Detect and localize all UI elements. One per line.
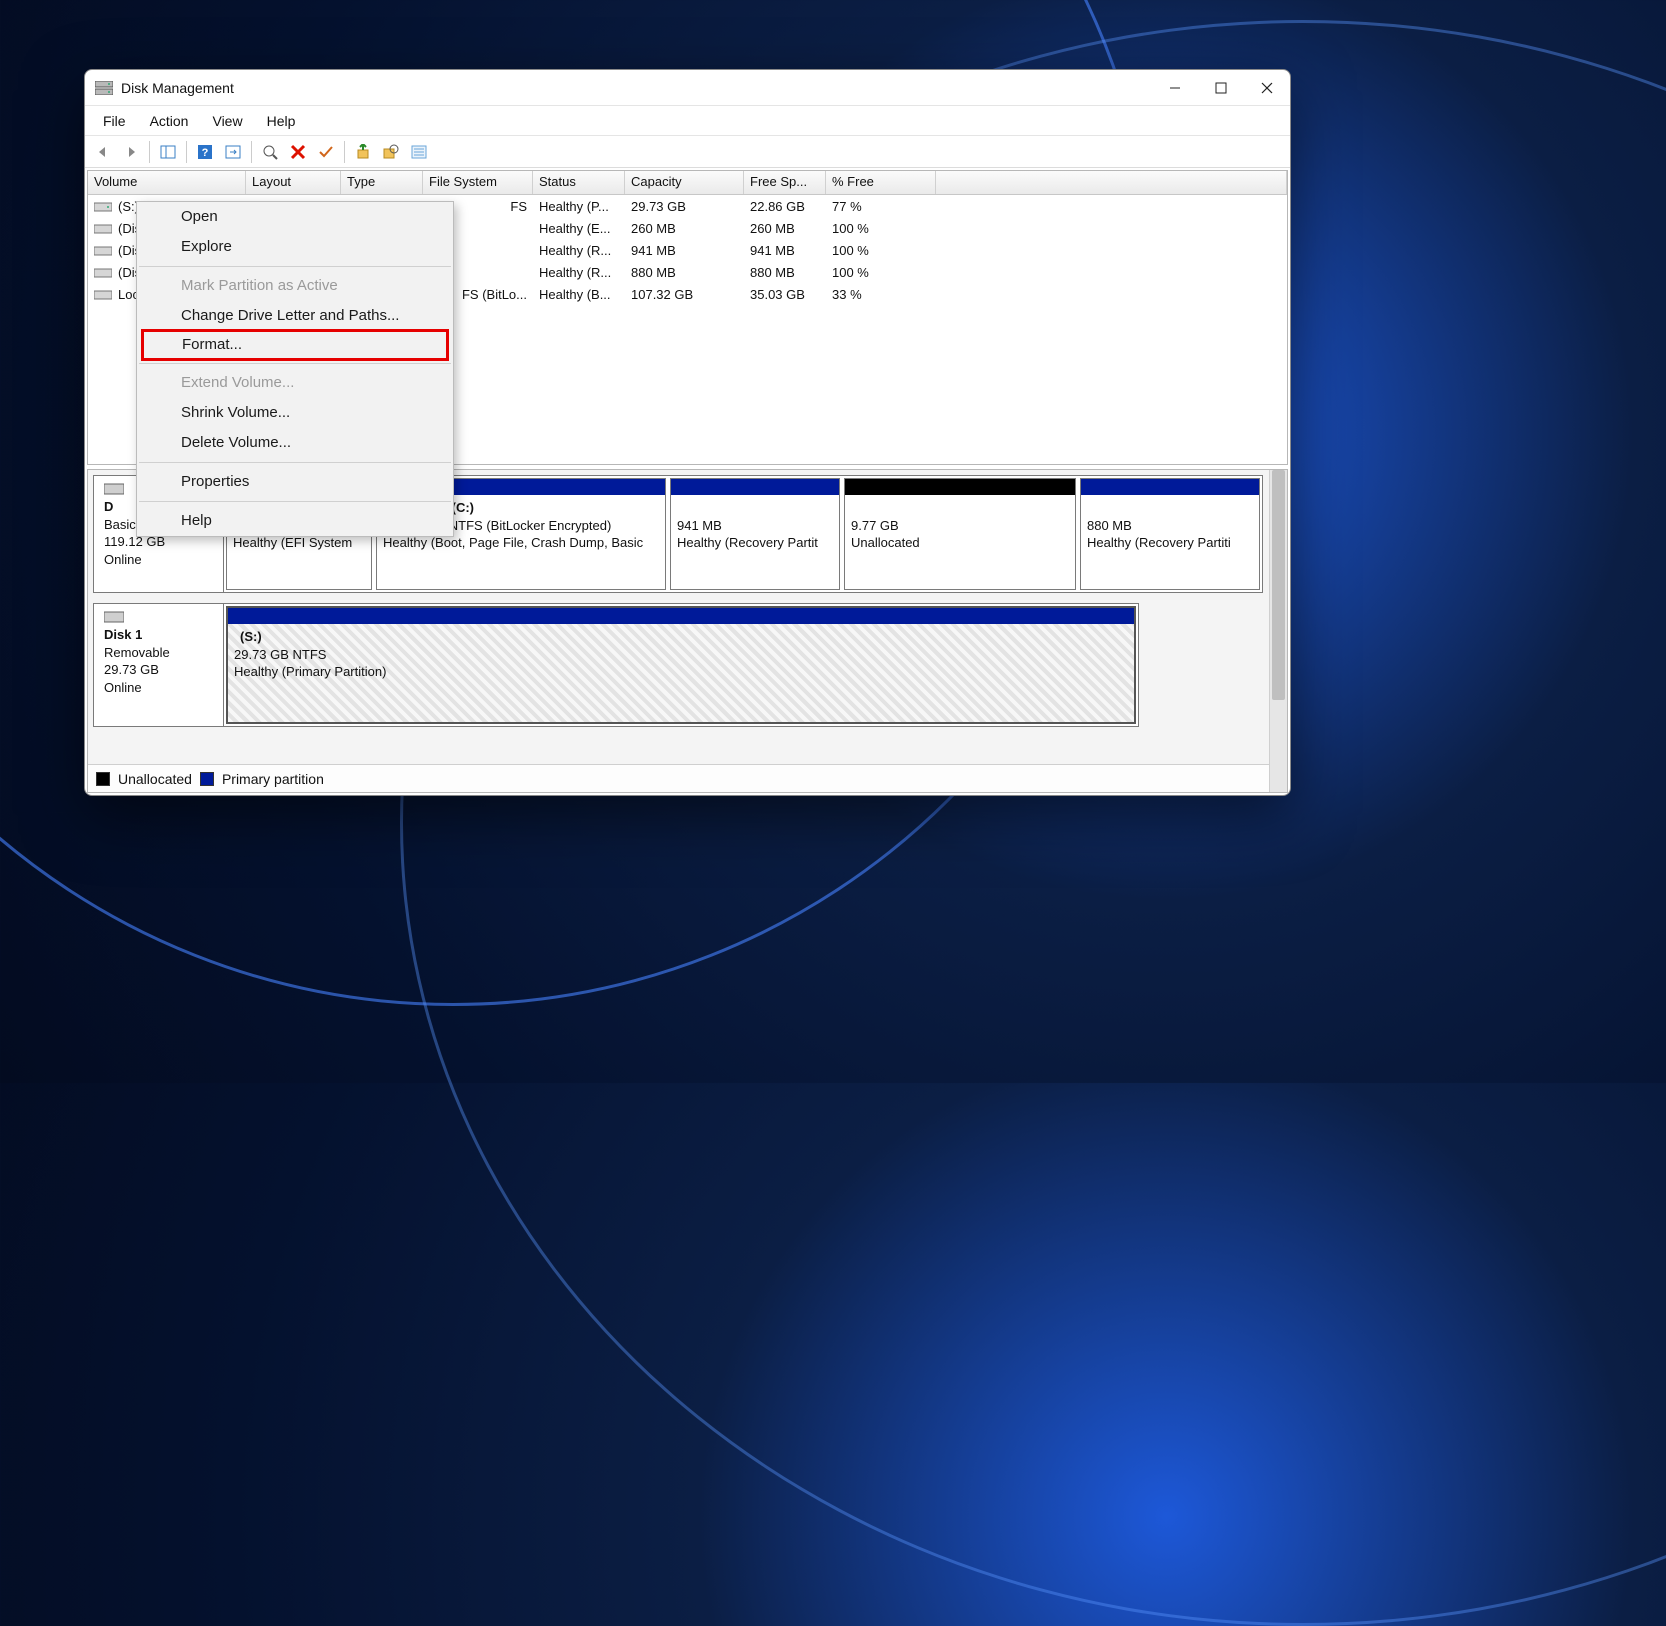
show-hide-tree-icon[interactable] — [156, 140, 180, 164]
maximize-button[interactable] — [1198, 70, 1244, 106]
ctx-extend: Extend Volume... — [137, 368, 453, 398]
svg-text:?: ? — [202, 147, 209, 159]
ctx-format[interactable]: Format... — [182, 334, 434, 356]
forward-icon[interactable] — [119, 140, 143, 164]
menu-view[interactable]: View — [202, 109, 252, 133]
menu-help[interactable]: Help — [257, 109, 306, 133]
scroll-thumb[interactable] — [1272, 470, 1285, 700]
col-freespace[interactable]: Free Sp... — [744, 171, 826, 194]
refresh-icon[interactable] — [221, 140, 245, 164]
list-icon[interactable] — [407, 140, 431, 164]
ctx-change-letter[interactable]: Change Drive Letter and Paths... — [137, 301, 453, 331]
disk1-info: Disk 1 Removable 29.73 GB Online — [94, 604, 224, 726]
back-icon[interactable] — [91, 140, 115, 164]
disk0-partition-unallocated[interactable]: 9.77 GB Unallocated — [844, 478, 1076, 590]
legend-primary-swatch — [200, 772, 214, 786]
col-pctfree[interactable]: % Free — [826, 171, 936, 194]
ctx-open[interactable]: Open — [137, 202, 453, 232]
ctx-properties[interactable]: Properties — [137, 467, 453, 497]
legend: Unallocated Primary partition — [88, 764, 1287, 792]
action-icon[interactable] — [351, 140, 375, 164]
col-filesystem[interactable]: File System — [423, 171, 533, 194]
ctx-format-highlight: Format... — [141, 329, 449, 361]
legend-unallocated-swatch — [96, 772, 110, 786]
volume-list-header: Volume Layout Type File System Status Ca… — [88, 171, 1287, 195]
window-title: Disk Management — [121, 80, 234, 96]
disk-row-1[interactable]: Disk 1 Removable 29.73 GB Online (S:) 29… — [93, 603, 1139, 727]
col-type[interactable]: Type — [341, 171, 423, 194]
disk1-partition-s[interactable]: (S:) 29.73 GB NTFS Healthy (Primary Part… — [226, 606, 1136, 724]
ctx-delete[interactable]: Delete Volume... — [137, 428, 453, 458]
disk-management-window: Disk Management File Action View Help ? — [84, 69, 1291, 796]
delete-icon[interactable] — [286, 140, 310, 164]
disk0-partition-recovery1[interactable]: 941 MB Healthy (Recovery Partit — [670, 478, 840, 590]
check-icon[interactable] — [314, 140, 338, 164]
disk0-partition-recovery2[interactable]: 880 MB Healthy (Recovery Partiti — [1080, 478, 1260, 590]
menubar: File Action View Help — [85, 106, 1290, 136]
context-menu: Open Explore Mark Partition as Active Ch… — [136, 201, 454, 537]
titlebar[interactable]: Disk Management — [85, 70, 1290, 106]
col-volume[interactable]: Volume — [88, 171, 246, 194]
ctx-mark-active: Mark Partition as Active — [137, 271, 453, 301]
col-capacity[interactable]: Capacity — [625, 171, 744, 194]
help-icon[interactable]: ? — [193, 140, 217, 164]
ctx-shrink[interactable]: Shrink Volume... — [137, 398, 453, 428]
close-button[interactable] — [1244, 70, 1290, 106]
vertical-scrollbar[interactable] — [1269, 470, 1287, 792]
ctx-explore[interactable]: Explore — [137, 232, 453, 262]
toolbar: ? — [85, 136, 1290, 168]
legend-unallocated-label: Unallocated — [118, 771, 192, 787]
legend-primary-label: Primary partition — [222, 771, 324, 787]
ctx-help[interactable]: Help — [137, 506, 453, 536]
col-status[interactable]: Status — [533, 171, 625, 194]
settings-icon[interactable] — [258, 140, 282, 164]
menu-action[interactable]: Action — [140, 109, 199, 133]
app-icon — [95, 81, 113, 95]
col-layout[interactable]: Layout — [246, 171, 341, 194]
action2-icon[interactable] — [379, 140, 403, 164]
minimize-button[interactable] — [1152, 70, 1198, 106]
menu-file[interactable]: File — [93, 109, 136, 133]
